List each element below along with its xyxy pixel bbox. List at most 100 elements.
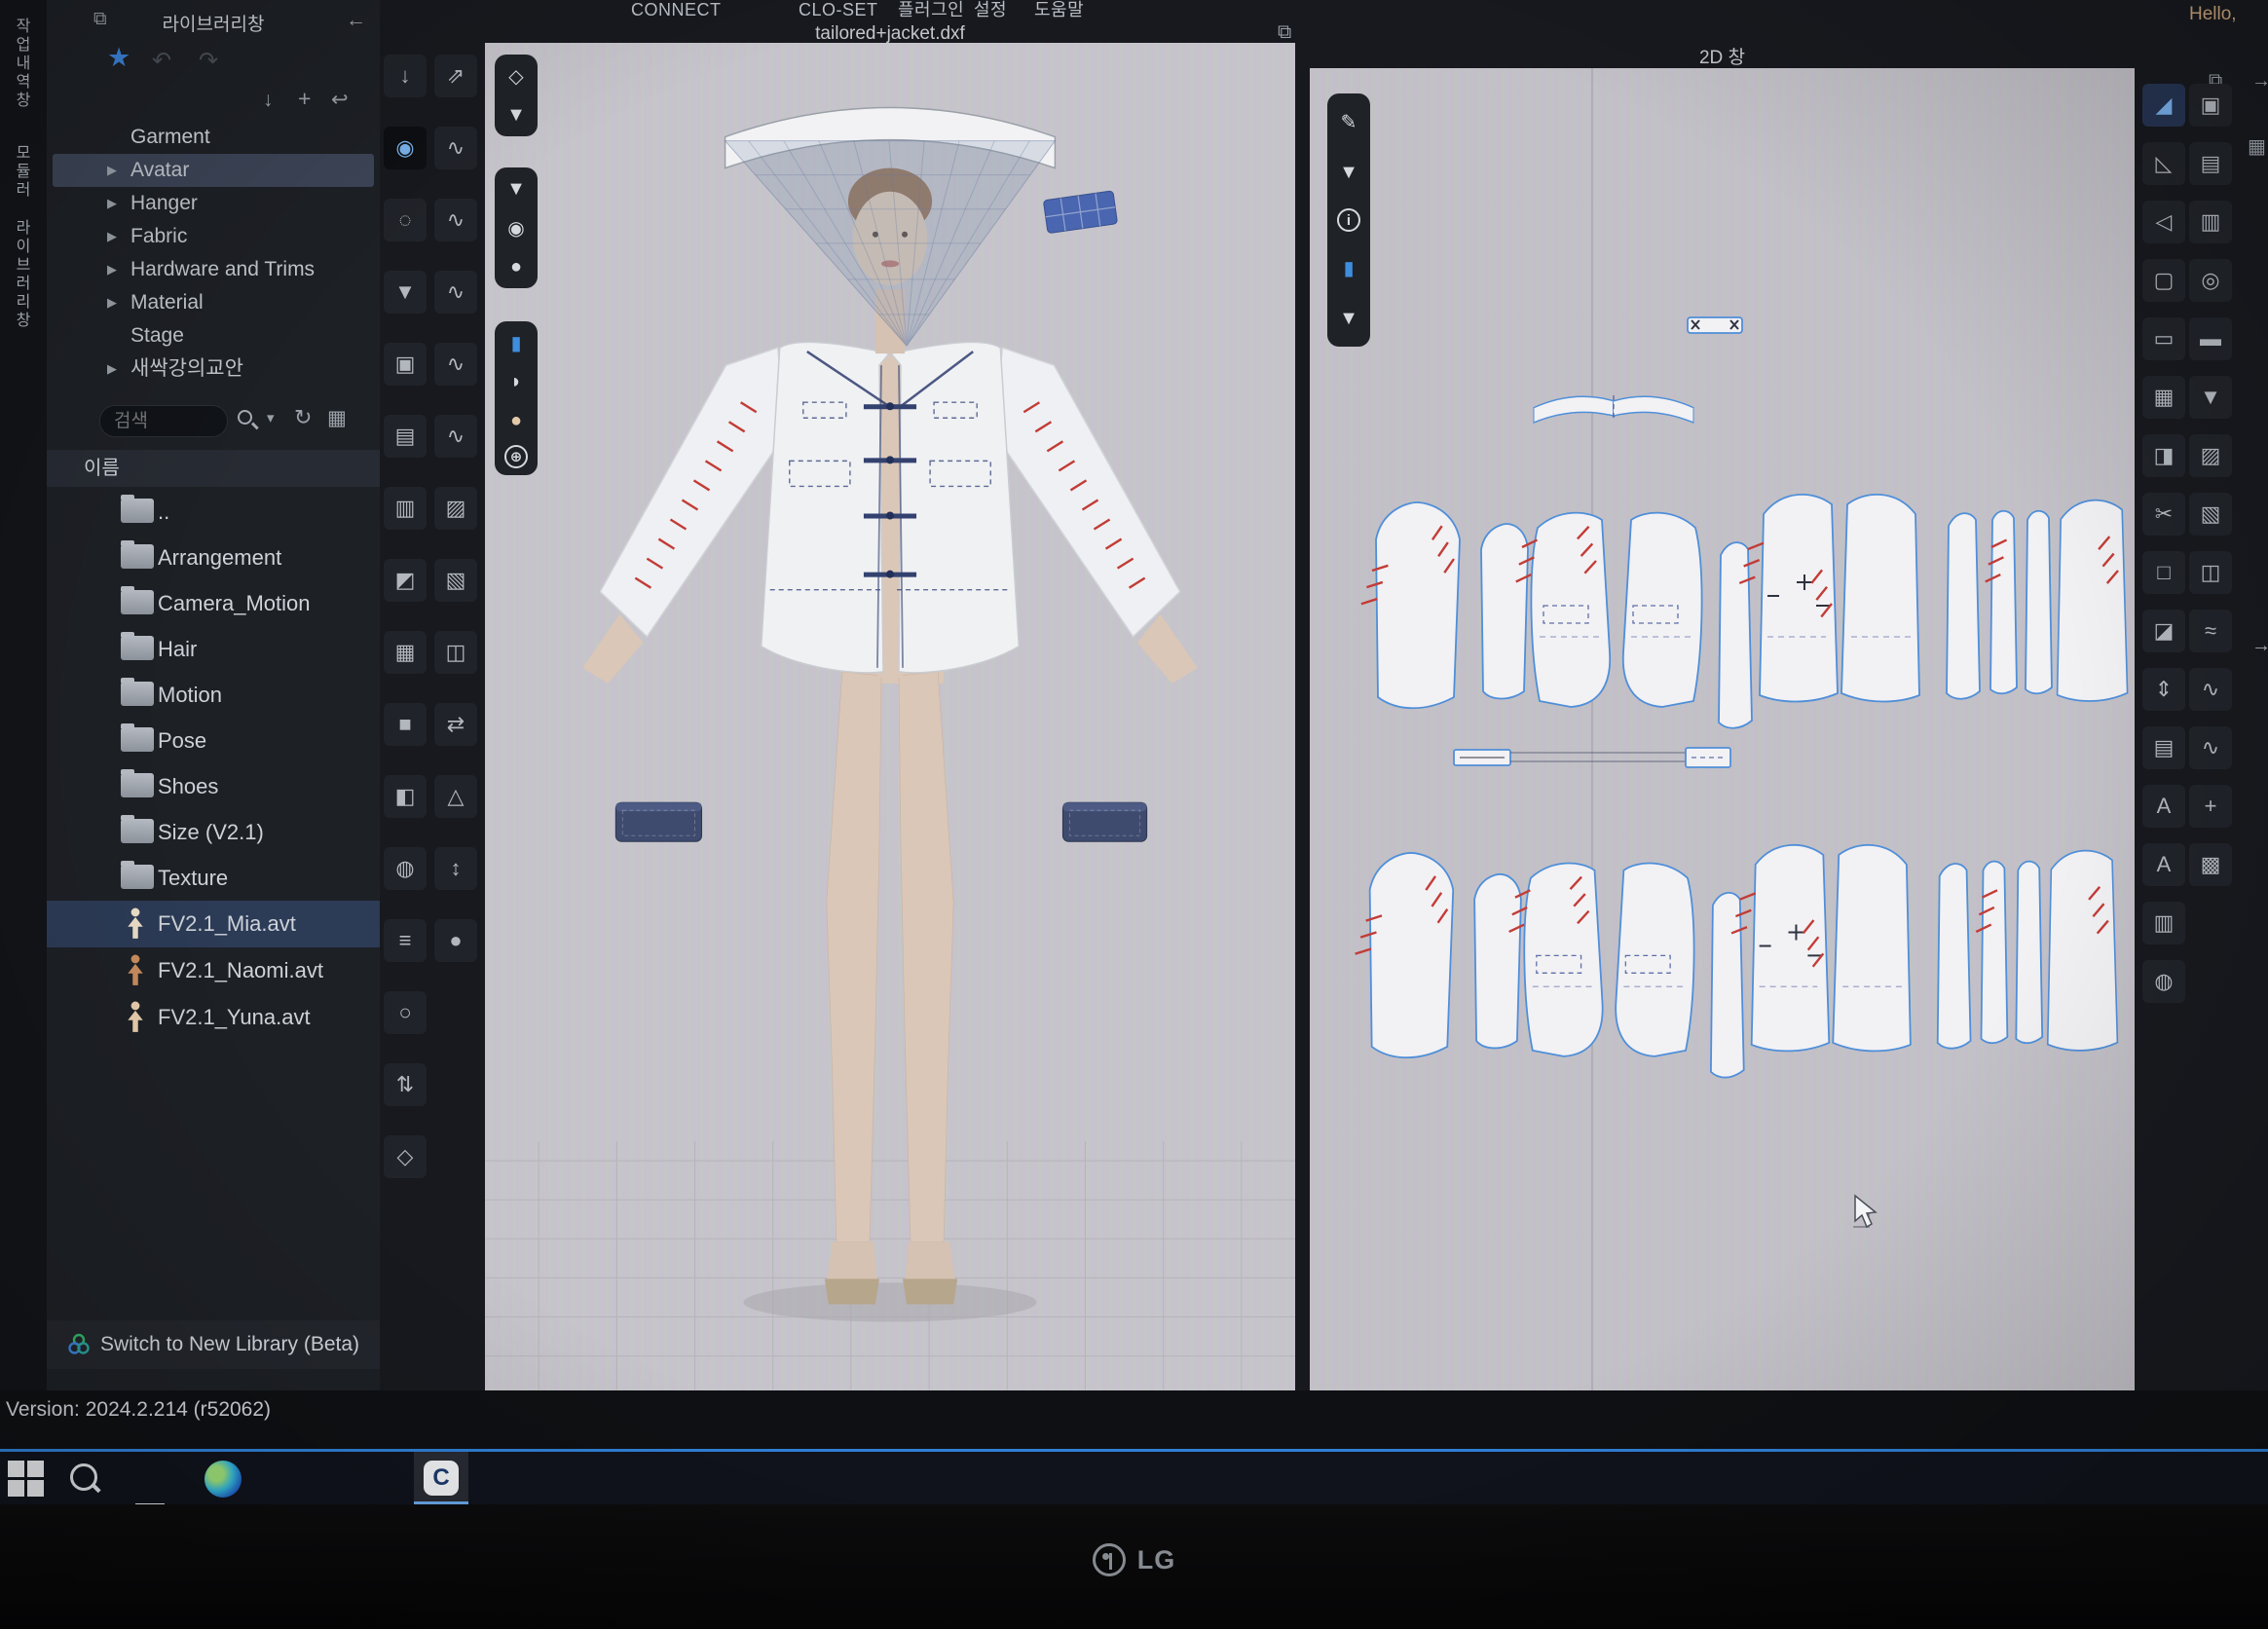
tool-zipper-icon[interactable]: ⇄ bbox=[434, 703, 477, 746]
tool-shirt-2d-icon[interactable]: ▼ bbox=[2189, 376, 2232, 419]
name-column-header[interactable]: 이름 bbox=[47, 450, 380, 487]
tool-texture-editor-icon[interactable]: ▨ bbox=[2189, 434, 2232, 477]
tool-sew-free-icon[interactable]: ▤ bbox=[384, 415, 427, 458]
tool-select-mesh-icon[interactable]: ◌ bbox=[384, 199, 427, 241]
tool-mn-sew-icon[interactable]: ▥ bbox=[2189, 201, 2232, 243]
show-3d-pattern-icon[interactable]: ◇ bbox=[502, 61, 531, 91]
pattern-collar-pieces[interactable] bbox=[1534, 317, 1742, 423]
folder-row-motion[interactable]: Motion bbox=[47, 672, 380, 718]
show-globe-icon[interactable]: ⊕ bbox=[504, 445, 528, 468]
tool-pattern-mesh-icon[interactable]: ▧ bbox=[2189, 493, 2232, 536]
avatar-file-yuna[interactable]: FV2.1_Yuna.avt bbox=[47, 994, 380, 1041]
collapse-panel-icon[interactable]: ← bbox=[346, 10, 366, 30]
favorites-star-icon[interactable]: ★ bbox=[107, 43, 130, 73]
show-head-icon[interactable]: ● bbox=[502, 406, 531, 435]
tool-pin-icon[interactable]: ◍ bbox=[384, 847, 427, 890]
tool-text-icon[interactable]: A bbox=[2142, 785, 2185, 828]
tree-item-fabric[interactable]: ▶Fabric bbox=[47, 220, 380, 253]
grid-view-icon[interactable]: ▦ bbox=[2248, 134, 2266, 159]
tool-shirring-icon[interactable]: ∿ bbox=[2189, 726, 2232, 769]
tool-ruler-horizontal-icon[interactable]: ▤ bbox=[2142, 726, 2185, 769]
detach-3d-window-icon[interactable]: ⧉ bbox=[1278, 21, 1291, 44]
search-caret-icon[interactable]: ▾ bbox=[267, 411, 275, 426]
show-pins-icon[interactable]: ◉ bbox=[502, 213, 531, 242]
tool-transform-pattern-icon[interactable]: ◢ bbox=[2142, 84, 2185, 127]
lock-garment-icon[interactable]: ▼ bbox=[1334, 304, 1363, 333]
clo3d-taskbar-item[interactable]: C bbox=[414, 1452, 468, 1504]
tree-item-material[interactable]: ▶Material bbox=[47, 286, 380, 319]
nav-forward-icon[interactable]: ↷ bbox=[199, 47, 218, 75]
tool-text-style-icon[interactable]: A bbox=[2142, 843, 2185, 886]
tool-rectangle-icon[interactable]: ▭ bbox=[2142, 317, 2185, 360]
tool-quilt-mesh-icon[interactable]: ◫ bbox=[2189, 551, 2232, 594]
tool-import-icon[interactable]: ↓ bbox=[384, 55, 427, 97]
switch-new-library-button[interactable]: Switch to New Library (Beta) bbox=[47, 1320, 380, 1369]
show-garment-fit-icon[interactable]: ▼ bbox=[502, 100, 531, 130]
viewport-3d[interactable]: ◇ ▼ ▼ ◉ ● ▮ ◗ ● ⊕ bbox=[485, 43, 1295, 1390]
folder-row-size[interactable]: Size (V2.1) bbox=[47, 809, 380, 855]
search-input[interactable] bbox=[99, 405, 228, 437]
tool-ruler-vertical-icon[interactable]: ⇕ bbox=[2142, 668, 2185, 711]
tool-notch-icon[interactable]: ◍ bbox=[2142, 960, 2185, 1003]
panel-arrow-icon[interactable]: → bbox=[2251, 70, 2268, 93]
tool-internal-polygon-icon[interactable]: ▦ bbox=[2142, 376, 2185, 419]
folder-row-camera-motion[interactable]: Camera_Motion bbox=[47, 580, 380, 626]
tool-wrinkle-icon[interactable]: ↕ bbox=[434, 847, 477, 890]
tool-sewing-curve-2-icon[interactable]: ∿ bbox=[434, 199, 477, 241]
folder-row-pose[interactable]: Pose bbox=[47, 718, 380, 763]
tool-arrange-avatar-icon[interactable]: ◩ bbox=[384, 559, 427, 602]
tool-style-line-icon[interactable]: ◇ bbox=[384, 1135, 427, 1178]
tool-sewing-curve-4-icon[interactable]: ∿ bbox=[434, 343, 477, 386]
pattern-row-top[interactable] bbox=[1361, 495, 2128, 728]
menu-connect[interactable]: CONNECT bbox=[631, 0, 722, 23]
tree-item-stage[interactable]: Stage bbox=[47, 319, 380, 352]
nav-back-icon[interactable]: ↶ bbox=[152, 47, 171, 75]
edge-browser-icon[interactable] bbox=[204, 1461, 242, 1498]
menu-help[interactable]: 도움말 bbox=[1034, 0, 1084, 23]
tool-edit-curvature-icon[interactable]: ◁ bbox=[2142, 201, 2185, 243]
edit-pattern-pen-icon[interactable]: ✎ bbox=[1334, 107, 1363, 136]
tool-fitting-icon[interactable]: ● bbox=[434, 919, 477, 962]
fabric-view-icon[interactable]: ▮ bbox=[1334, 253, 1363, 282]
tool-sew-edit-icon[interactable]: ▥ bbox=[384, 487, 427, 530]
tool-sewing-curve-1-icon[interactable]: ∿ bbox=[434, 127, 477, 169]
tool-polygon-icon[interactable]: ▢ bbox=[2142, 259, 2185, 302]
thumbnail-grid-icon[interactable]: ▦ bbox=[327, 408, 347, 428]
download-icon[interactable]: ↓ bbox=[263, 90, 274, 110]
tool-texture-roll-icon[interactable]: ▨ bbox=[434, 487, 477, 530]
tool-edit-pattern-icon[interactable]: ◺ bbox=[2142, 142, 2185, 185]
tool-solidify-icon[interactable]: ■ bbox=[384, 703, 427, 746]
folder-row-arrangement[interactable]: Arrangement bbox=[47, 535, 380, 580]
tool-fold-icon[interactable]: ◧ bbox=[384, 775, 427, 818]
tool-animation-icon[interactable]: ⇗ bbox=[434, 55, 477, 97]
tool-button-icon[interactable]: ◫ bbox=[434, 631, 477, 674]
tool-sewing-curve-5-icon[interactable]: ∿ bbox=[434, 415, 477, 458]
viewport-2d[interactable]: ✎ ▼ i ▮ ▼ bbox=[1310, 68, 2135, 1390]
avatar-file-naomi[interactable]: FV2.1_Naomi.avt bbox=[47, 947, 380, 994]
folder-row-up[interactable]: .. bbox=[47, 489, 380, 535]
tool-select-garment-icon[interactable]: ▼ bbox=[384, 271, 427, 314]
info-icon[interactable]: i bbox=[1337, 208, 1360, 232]
tool-flatten-icon[interactable]: ⇅ bbox=[384, 1063, 427, 1106]
menu-clo-set[interactable]: CLO-SET bbox=[799, 0, 878, 23]
menu-settings[interactable]: 설정 bbox=[974, 0, 1007, 23]
tool-baseline-icon[interactable]: ≈ bbox=[2189, 610, 2232, 652]
tool-trim-icon[interactable]: △ bbox=[434, 775, 477, 818]
tool-patch-icon[interactable]: + bbox=[2189, 785, 2232, 828]
tree-item-saessak[interactable]: ▶새싹강의교안 bbox=[47, 352, 380, 386]
show-fabric-icon[interactable]: ▮ bbox=[502, 328, 531, 357]
menu-plugin[interactable]: 플러그인 bbox=[898, 0, 964, 23]
start-button[interactable] bbox=[8, 1461, 45, 1498]
tree-item-avatar[interactable]: ▶Avatar bbox=[53, 154, 374, 187]
tool-measure-icon[interactable]: ○ bbox=[384, 991, 427, 1034]
tool-sewing-curve-3-icon[interactable]: ∿ bbox=[434, 271, 477, 314]
tool-arrangement-points-icon[interactable]: ▦ bbox=[384, 631, 427, 674]
undo-icon[interactable]: ↩ bbox=[331, 90, 349, 110]
folder-row-hair[interactable]: Hair bbox=[47, 626, 380, 672]
add-icon[interactable]: + bbox=[298, 88, 311, 110]
tool-segment-sew-icon[interactable]: ▣ bbox=[2189, 84, 2232, 127]
folder-row-shoes[interactable]: Shoes bbox=[47, 763, 380, 809]
tool-check-sew-icon[interactable]: ◎ bbox=[2189, 259, 2232, 302]
avatar-file-mia[interactable]: FV2.1_Mia.avt bbox=[47, 901, 380, 947]
tree-item-hardware-trims[interactable]: ▶Hardware and Trims bbox=[47, 253, 380, 286]
